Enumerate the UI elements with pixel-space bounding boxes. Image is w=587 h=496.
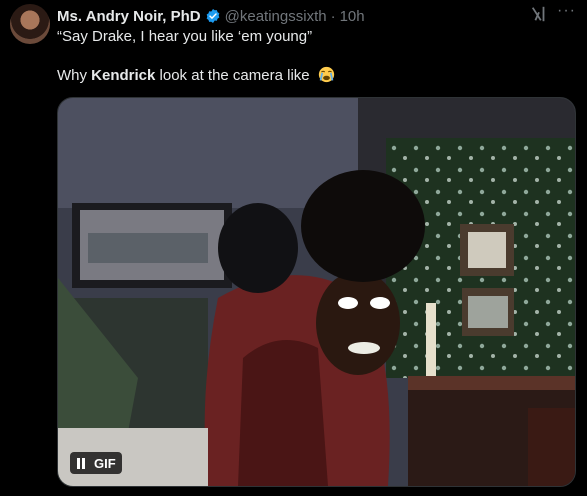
text-suffix: look at the camera like bbox=[155, 67, 310, 84]
tweet-text-line-2: Why Kendrick look at the camera like bbox=[57, 66, 335, 84]
tweet-text-line-1: “Say Drake, I hear you like ‘em young” bbox=[57, 28, 313, 45]
pause-icon[interactable] bbox=[76, 457, 86, 469]
gif-media[interactable]: GIF bbox=[57, 97, 576, 487]
gif-frame-image bbox=[58, 98, 575, 486]
more-options-icon[interactable]: ··· bbox=[557, 2, 576, 20]
text-prefix: Why bbox=[57, 67, 92, 84]
separator-dot: · bbox=[330, 7, 336, 25]
loudly-crying-face-icon bbox=[318, 66, 334, 83]
gif-badge[interactable]: GIF bbox=[70, 452, 122, 474]
timestamp[interactable]: 10h bbox=[340, 8, 365, 25]
author-name[interactable]: Ms. Andry Noir, PhD bbox=[57, 8, 201, 25]
text-bold-name: Kendrick bbox=[91, 67, 156, 84]
grok-icon[interactable] bbox=[530, 5, 548, 23]
avatar[interactable] bbox=[10, 4, 50, 44]
author-handle[interactable]: @keatingssixth bbox=[225, 8, 327, 25]
gif-label: GIF bbox=[94, 455, 116, 471]
tweet-header: Ms. Andry Noir, PhD @keatingssixth · 10h bbox=[57, 6, 365, 26]
verified-badge-icon bbox=[206, 9, 219, 23]
